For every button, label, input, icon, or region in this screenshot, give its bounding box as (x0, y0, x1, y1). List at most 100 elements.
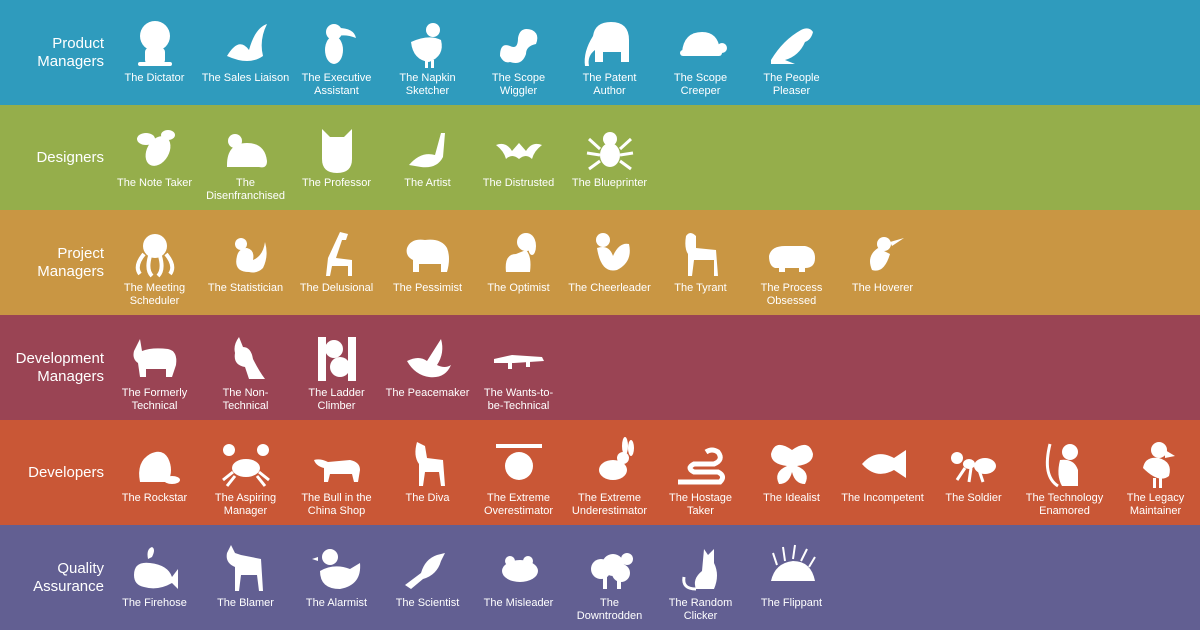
animal-name: The Note Taker (116, 177, 192, 189)
animal-item: The Blueprinter (564, 105, 655, 210)
sloth-icon (492, 436, 546, 490)
zebra-icon (401, 436, 455, 490)
animal-name: The Disenfranchised (206, 177, 285, 202)
animal-list: The Formerly Technical The Non- Technical… (109, 315, 564, 420)
sheep-icon (583, 541, 637, 595)
animal-name: The Delusional (299, 282, 374, 294)
animal-name: The Bull in the China Shop (301, 492, 372, 517)
duck-icon (310, 541, 364, 595)
turtle-icon (674, 16, 728, 70)
kangaroo-icon (219, 331, 273, 385)
animal-name: The Alarmist (305, 597, 368, 609)
dove-icon (401, 331, 455, 385)
animal-item: The Diva (382, 420, 473, 525)
animal-name: The Scientist (395, 597, 460, 609)
animal-item: The Wants-to- be-Technical (473, 315, 564, 420)
chicken-icon (401, 16, 455, 70)
animal-name: The Dictator (124, 72, 185, 84)
giraffe-icon (310, 226, 364, 280)
spider-icon (583, 121, 637, 175)
animal-item: The Scientist (382, 525, 473, 630)
cat-icon (674, 541, 728, 595)
beaver-icon (128, 436, 182, 490)
crow-icon (401, 541, 455, 595)
animal-item: The Cheerleader (564, 210, 655, 315)
animal-item: The Random Clicker (655, 525, 746, 630)
lion-icon (128, 16, 182, 70)
animal-name: The Blueprinter (571, 177, 648, 189)
animal-name: The Optimist (487, 282, 550, 294)
row-label: Project Managers (37, 244, 104, 280)
peacock-icon (401, 121, 455, 175)
row-developers: Developers The Rockstar The Aspiring Mana… (0, 420, 1200, 525)
row-designers: Designers The Note Taker The Disenfranchi… (0, 105, 1200, 210)
animal-name: The Hoverer (851, 282, 914, 294)
row-quality-assurance: Quality Assurance The Firehose The Blamer… (0, 525, 1200, 630)
row-label: Development Managers (15, 349, 104, 385)
animal-name: The Soldier (945, 492, 1002, 504)
animal-name: The Ladder Climber (308, 387, 365, 412)
seal-icon (765, 16, 819, 70)
animal-name: The Patent Author (582, 72, 637, 97)
animal-list: The Rockstar The Aspiring Manager The Bull… (109, 420, 1200, 525)
animal-item: The Process Obsessed (746, 210, 837, 315)
animal-name: The Peacemaker (385, 387, 470, 399)
swan-icon (219, 16, 273, 70)
animal-item: The Distrusted (473, 105, 564, 210)
animal-name: The Misleader (483, 597, 554, 609)
row-label: Designers (36, 148, 104, 166)
animal-name: The Random Clicker (668, 597, 733, 622)
bear-icon (401, 226, 455, 280)
animal-name: The Extreme Overestimator (483, 492, 554, 517)
animal-name: The Scope Wiggler (491, 72, 546, 97)
row-product-managers: Product Managers The Dictator The Sales L… (0, 0, 1200, 105)
animal-item: The Downtrodden (564, 525, 655, 630)
animal-item: The Statistician (200, 210, 291, 315)
animal-item: The Extreme Overestimator (473, 420, 564, 525)
animal-name: The Formerly Technical (121, 387, 188, 412)
hippo-icon (765, 226, 819, 280)
row-project-managers: Project Managers The Meeting Scheduler Th… (0, 210, 1200, 315)
animal-item: The Peacemaker (382, 315, 473, 420)
squirrel-icon (219, 226, 273, 280)
animal-name: The Pessimist (392, 282, 463, 294)
animal-item: The Idealist (746, 420, 837, 525)
animal-name: The Idealist (763, 492, 820, 504)
animal-item: The People Pleaser (746, 0, 837, 105)
elephant-icon (583, 16, 637, 70)
dodo-icon (1129, 436, 1183, 490)
frog-icon (492, 541, 546, 595)
animal-item: The Technology Enamored (1019, 420, 1110, 525)
animal-name: The Non- Technical (222, 387, 269, 412)
animal-list: The Note Taker The Disenfranchised The Pro… (109, 105, 655, 210)
animal-name: The Napkin Sketcher (399, 72, 456, 97)
animal-name: The Tyrant (674, 282, 727, 294)
hummingbird-icon (856, 226, 910, 280)
monkey-icon (1038, 436, 1092, 490)
animal-list: The Meeting Scheduler The Statistician The… (109, 210, 928, 315)
animal-item: The Ladder Climber (291, 315, 382, 420)
mouse-icon (219, 121, 273, 175)
crocodile-icon (492, 331, 546, 385)
animal-name: The Technology Enamored (1025, 492, 1104, 517)
animal-list: The Firehose The Blamer The Alarmist The Sc… (109, 525, 837, 630)
animal-item: The Flippant (746, 525, 837, 630)
animal-item: The Scope Wiggler (473, 0, 564, 105)
animal-item: The Alarmist (291, 525, 382, 630)
bee-icon (128, 121, 182, 175)
animal-chart-board: Product Managers The Dictator The Sales L… (0, 0, 1200, 630)
animal-item: The Hoverer (837, 210, 928, 315)
animal-list: The Dictator The Sales Liaison The Executi… (109, 0, 837, 105)
animal-item: The Note Taker (109, 105, 200, 210)
bull-icon (310, 436, 364, 490)
worm-icon (492, 16, 546, 70)
rooster-icon (583, 226, 637, 280)
animal-item: The Sales Liaison (200, 0, 291, 105)
animal-name: The Extreme Underestimator (571, 492, 648, 517)
dog-icon (492, 226, 546, 280)
snake-icon (674, 436, 728, 490)
animal-item: The Misleader (473, 525, 564, 630)
bat-icon (492, 121, 546, 175)
animal-item: The Optimist (473, 210, 564, 315)
animal-item: The Blamer (200, 525, 291, 630)
